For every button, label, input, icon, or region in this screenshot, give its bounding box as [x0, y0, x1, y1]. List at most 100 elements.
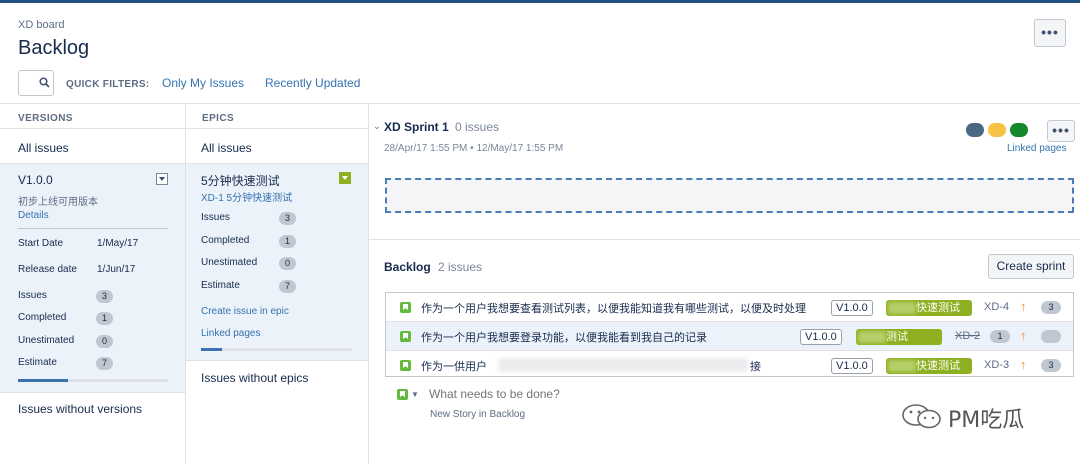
story-icon — [400, 331, 411, 342]
redacted-text-blur — [498, 358, 748, 372]
backlog-issue-list: 作为一个用户我想要查看测试列表，以便我能知道我有哪些测试，以便及时处理 V1.0… — [385, 292, 1074, 377]
epics-all-issues[interactable]: All issues — [201, 141, 252, 155]
backlog-issue-count: 2 issues — [438, 260, 483, 274]
epic-stat-badge: 1 — [279, 235, 296, 248]
version-stat-label: Unestimated — [18, 335, 75, 346]
search-icon — [39, 77, 50, 88]
story-icon — [400, 360, 411, 371]
version-details-link[interactable]: Details — [18, 210, 49, 221]
page-header: XD board Backlog ••• QUICK FILTERS: Only… — [0, 3, 1080, 103]
board-more-button[interactable]: ••• — [1034, 19, 1066, 47]
epic-dropdown-icon[interactable] — [339, 172, 351, 184]
issue-summary-tail: 接 — [750, 361, 761, 373]
epic-stat-badge: 7 — [279, 280, 296, 293]
issue-epic-lozenge: 测试 — [856, 329, 942, 345]
issue-version-lozenge: V1.0.0 — [831, 358, 873, 374]
version-progress-bar — [18, 379, 168, 382]
epics-panel: EPICS All issues 5分钟快速测试 XD-1 5分钟快速测试 Is… — [186, 103, 368, 464]
version-stat-badge: 7 — [96, 357, 113, 370]
create-issue-hint: New Story in Backlog — [430, 409, 526, 420]
epics-label: EPICS — [202, 113, 235, 124]
epic-stat-label: Estimate — [201, 280, 240, 291]
sprint-issue-count: 0 issues — [455, 120, 500, 134]
issue-version-lozenge: V1.0.0 — [831, 300, 873, 316]
create-issue-in-epic-link[interactable]: Create issue in epic — [201, 306, 289, 317]
version-stat-label: Estimate — [18, 357, 57, 368]
priority-high-icon: ↑ — [1020, 328, 1027, 343]
version-stat-label: Completed — [18, 312, 67, 323]
estimate-badge: 3 — [1041, 359, 1061, 372]
table-row[interactable]: 作为一个用户我想要查看测试列表，以便我能知道我有哪些测试，以便及时处理 V1.0… — [386, 293, 1073, 321]
sprint-dates: 28/Apr/17 1:55 PM • 12/May/17 1:55 PM — [384, 143, 564, 154]
epic-stat-label: Completed — [201, 235, 250, 246]
search-input[interactable] — [18, 70, 54, 96]
sprint-todo-status-dot — [966, 123, 984, 137]
sprint-inprogress-status-dot — [988, 123, 1006, 137]
breadcrumb[interactable]: XD board — [18, 19, 64, 31]
issue-summary: 作为一个用户我想要查看测试列表，以便我能知道我有哪些测试，以便及时处理 — [421, 303, 806, 315]
create-sprint-button[interactable]: Create sprint — [988, 254, 1074, 279]
release-date-value: 1/Jun/17 — [97, 264, 136, 275]
issues-without-epics[interactable]: Issues without epics — [201, 371, 308, 385]
quick-filters-label: QUICK FILTERS: — [66, 79, 150, 90]
issue-summary: 作为一供用户 — [421, 361, 487, 373]
epic-key-line[interactable]: XD-1 5分钟快速测试 — [201, 189, 292, 204]
epic-card[interactable]: 5分钟快速测试 XD-1 5分钟快速测试 Issues 3 Completed … — [186, 164, 368, 360]
issue-key[interactable]: XD-3 — [984, 359, 1009, 371]
sprint-name: XD Sprint 1 — [384, 120, 449, 134]
priority-high-icon: ↑ — [1020, 357, 1027, 372]
issue-key[interactable]: XD-2 — [955, 330, 980, 342]
sprint-done-status-dot — [1010, 123, 1028, 137]
sprint-collapse-chevron-icon[interactable]: ⌄ — [373, 121, 381, 132]
version-stat-badge: 0 — [96, 335, 113, 348]
version-stat-badge: 1 — [96, 312, 113, 325]
issue-epic-lozenge: 快速测试 — [886, 358, 972, 374]
issues-without-versions[interactable]: Issues without versions — [18, 402, 142, 416]
epic-stat-label: Issues — [201, 212, 230, 223]
start-date-value: 1/May/17 — [97, 238, 139, 249]
version-dropdown-icon[interactable] — [156, 173, 168, 185]
epic-name: 5分钟快速测试 — [201, 174, 280, 188]
story-icon — [400, 302, 411, 313]
epic-stat-badge: 0 — [279, 257, 296, 270]
epic-stat-label: Unestimated — [201, 257, 258, 268]
version-stat-badge: 3 — [96, 290, 113, 303]
start-date-label: Start Date — [18, 238, 64, 249]
sprint-linked-pages-link[interactable]: Linked pages — [1007, 143, 1067, 154]
epic-stat-badge: 3 — [279, 212, 296, 225]
issue-epic-lozenge: 快速测试 — [886, 300, 972, 316]
create-issue-input[interactable] — [429, 387, 729, 401]
estimate-badge-empty — [1041, 330, 1061, 343]
issue-type-chevron-down-icon[interactable]: ▼ — [411, 390, 419, 399]
version-card[interactable]: V1.0.0 初步上线可用版本 Details Start Date 1/May… — [0, 164, 185, 392]
priority-high-icon: ↑ — [1020, 299, 1027, 314]
versions-all-issues[interactable]: All issues — [18, 141, 69, 155]
sprint-drop-zone[interactable] — [385, 178, 1074, 213]
watermark: PM吃瓜 — [900, 400, 1070, 433]
backlog-title: Backlog — [384, 260, 431, 274]
sprint-backlog-divider — [369, 239, 1080, 240]
table-row[interactable]: 作为一个用户我想要登录功能，以便我能看到我自己的记录 V1.0.0 测试 XD-… — [386, 322, 1073, 350]
watermark-text: PM吃瓜 — [948, 408, 1025, 433]
versions-label: VERSIONS — [18, 113, 73, 124]
quick-filter-only-my-issues[interactable]: Only My Issues — [162, 76, 244, 90]
estimate-badge: 1 — [990, 330, 1010, 343]
release-date-label: Release date — [18, 264, 77, 275]
quick-filter-recently-updated[interactable]: Recently Updated — [265, 76, 360, 90]
sprint-more-button[interactable]: ••• — [1047, 120, 1075, 142]
epics-main-divider — [368, 103, 369, 464]
version-stat-label: Issues — [18, 290, 47, 301]
issue-key[interactable]: XD-4 — [984, 301, 1009, 313]
version-description: 初步上线可用版本 — [18, 197, 98, 208]
table-row[interactable]: 作为一供用户 接 V1.0.0 快速测试 XD-3 ↑ 3 — [386, 351, 1073, 379]
epic-linked-pages-link[interactable]: Linked pages — [201, 328, 261, 339]
estimate-badge: 3 — [1041, 301, 1061, 314]
issue-version-lozenge: V1.0.0 — [800, 329, 842, 345]
issue-summary: 作为一个用户我想要登录功能，以便我能看到我自己的记录 — [421, 332, 707, 344]
page-title: Backlog — [18, 37, 90, 59]
versions-panel: VERSIONS All issues V1.0.0 初步上线可用版本 Deta… — [0, 103, 185, 464]
epic-progress-bar — [201, 348, 352, 351]
version-name: V1.0.0 — [18, 173, 53, 187]
story-type-icon[interactable] — [397, 389, 408, 400]
wechat-icon — [902, 404, 941, 429]
